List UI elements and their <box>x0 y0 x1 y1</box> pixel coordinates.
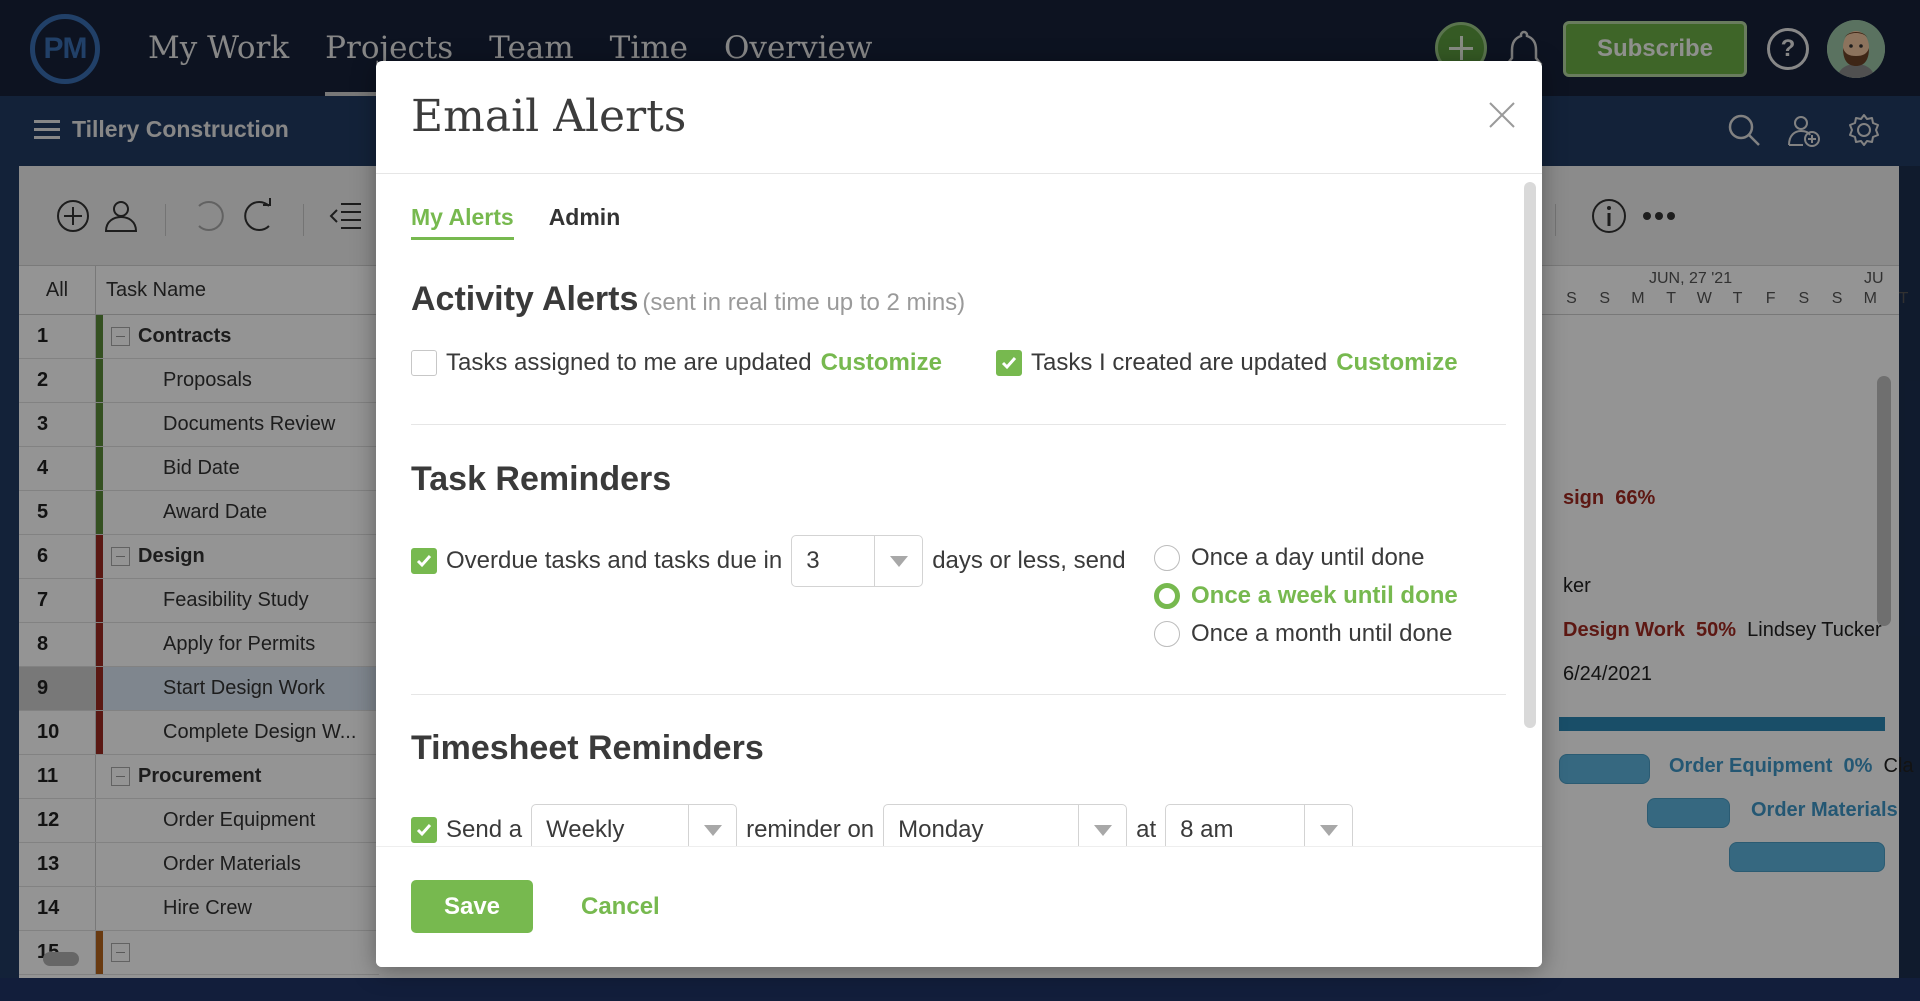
radio-once-a-month[interactable] <box>1154 621 1180 647</box>
radio-label: Once a week until done <box>1191 582 1458 609</box>
frequency-option-month[interactable]: Once a month until done <box>1154 620 1453 648</box>
close-icon[interactable] <box>1486 99 1518 131</box>
timesheet-reminder-row: Send a Weekly reminder on Monday at 8 am <box>411 804 1362 846</box>
section-title-text: Activity Alerts <box>411 280 639 318</box>
email-alerts-dialog: Email Alerts My Alerts Admin Activity Al… <box>376 61 1542 967</box>
save-button[interactable]: Save <box>411 880 533 933</box>
tasks-assigned-checkbox[interactable] <box>411 350 437 376</box>
frequency-select-value: Weekly <box>546 816 625 843</box>
reminder-prefix-text: Overdue tasks and tasks due in <box>446 547 783 574</box>
radio-once-a-day[interactable] <box>1154 545 1180 571</box>
tasks-created-checkbox[interactable] <box>996 350 1022 376</box>
section-divider <box>411 424 1506 425</box>
task-reminders-heading: Task Reminders <box>411 460 672 498</box>
tab-admin[interactable]: Admin <box>549 204 621 240</box>
alert-tabs: My Alerts Admin <box>411 204 620 240</box>
activity-option-assigned: Tasks assigned to me are updated Customi… <box>411 349 942 377</box>
send-a-text: Send a <box>446 816 523 843</box>
at-text: at <box>1136 816 1157 843</box>
chevron-down-icon[interactable] <box>874 536 922 586</box>
section-divider <box>411 694 1506 695</box>
dialog-footer: Save Cancel <box>376 846 1542 967</box>
frequency-option-week[interactable]: Once a week until done <box>1154 582 1458 610</box>
task-reminders-checkbox[interactable] <box>411 548 437 574</box>
time-select[interactable]: 8 am <box>1165 804 1354 846</box>
checkmark-icon <box>416 824 432 837</box>
day-select-value: Monday <box>898 816 984 843</box>
timesheet-reminders-checkbox[interactable] <box>411 817 437 843</box>
app: PM My Work Projects Team Time Overview S… <box>0 0 1920 1001</box>
checkbox-label: Tasks I created are updated <box>1031 349 1328 376</box>
dialog-scrollbar[interactable] <box>1524 182 1536 728</box>
task-reminder-row: Overdue tasks and tasks due in 3 days or… <box>411 535 1126 587</box>
frequency-select[interactable]: Weekly <box>531 804 738 846</box>
reminder-suffix-text: days or less, send <box>932 547 1126 574</box>
reminder-on-text: reminder on <box>746 816 875 843</box>
frequency-option-day[interactable]: Once a day until done <box>1154 544 1425 572</box>
radio-once-a-week[interactable] <box>1154 583 1180 609</box>
days-select[interactable]: 3 <box>791 535 924 587</box>
chevron-down-icon[interactable] <box>1304 805 1352 846</box>
customize-assigned-link[interactable]: Customize <box>821 349 942 377</box>
cancel-button[interactable]: Cancel <box>581 880 660 933</box>
chevron-down-icon[interactable] <box>688 805 736 846</box>
chevron-down-icon[interactable] <box>1078 805 1126 846</box>
radio-label: Once a day until done <box>1191 544 1425 571</box>
dialog-header: Email Alerts <box>376 61 1542 174</box>
dialog-title: Email Alerts <box>411 91 687 142</box>
checkbox-label: Tasks assigned to me are updated <box>446 349 812 376</box>
checkmark-icon <box>416 555 432 568</box>
timesheet-reminders-heading: Timesheet Reminders <box>411 729 764 767</box>
dialog-body: My Alerts Admin Activity Alerts (sent in … <box>376 174 1542 846</box>
activity-option-created: Tasks I created are updated Customize <box>996 349 1458 377</box>
radio-label: Once a month until done <box>1191 620 1453 647</box>
time-select-value: 8 am <box>1180 816 1234 843</box>
tab-my-alerts[interactable]: My Alerts <box>411 204 514 240</box>
customize-created-link[interactable]: Customize <box>1336 349 1457 377</box>
checkmark-icon <box>1001 357 1017 370</box>
days-select-value: 3 <box>806 547 820 574</box>
section-subtitle: (sent in real time up to 2 mins) <box>642 289 966 316</box>
day-select[interactable]: Monday <box>883 804 1128 846</box>
activity-alerts-heading: Activity Alerts (sent in real time up to … <box>411 280 965 319</box>
